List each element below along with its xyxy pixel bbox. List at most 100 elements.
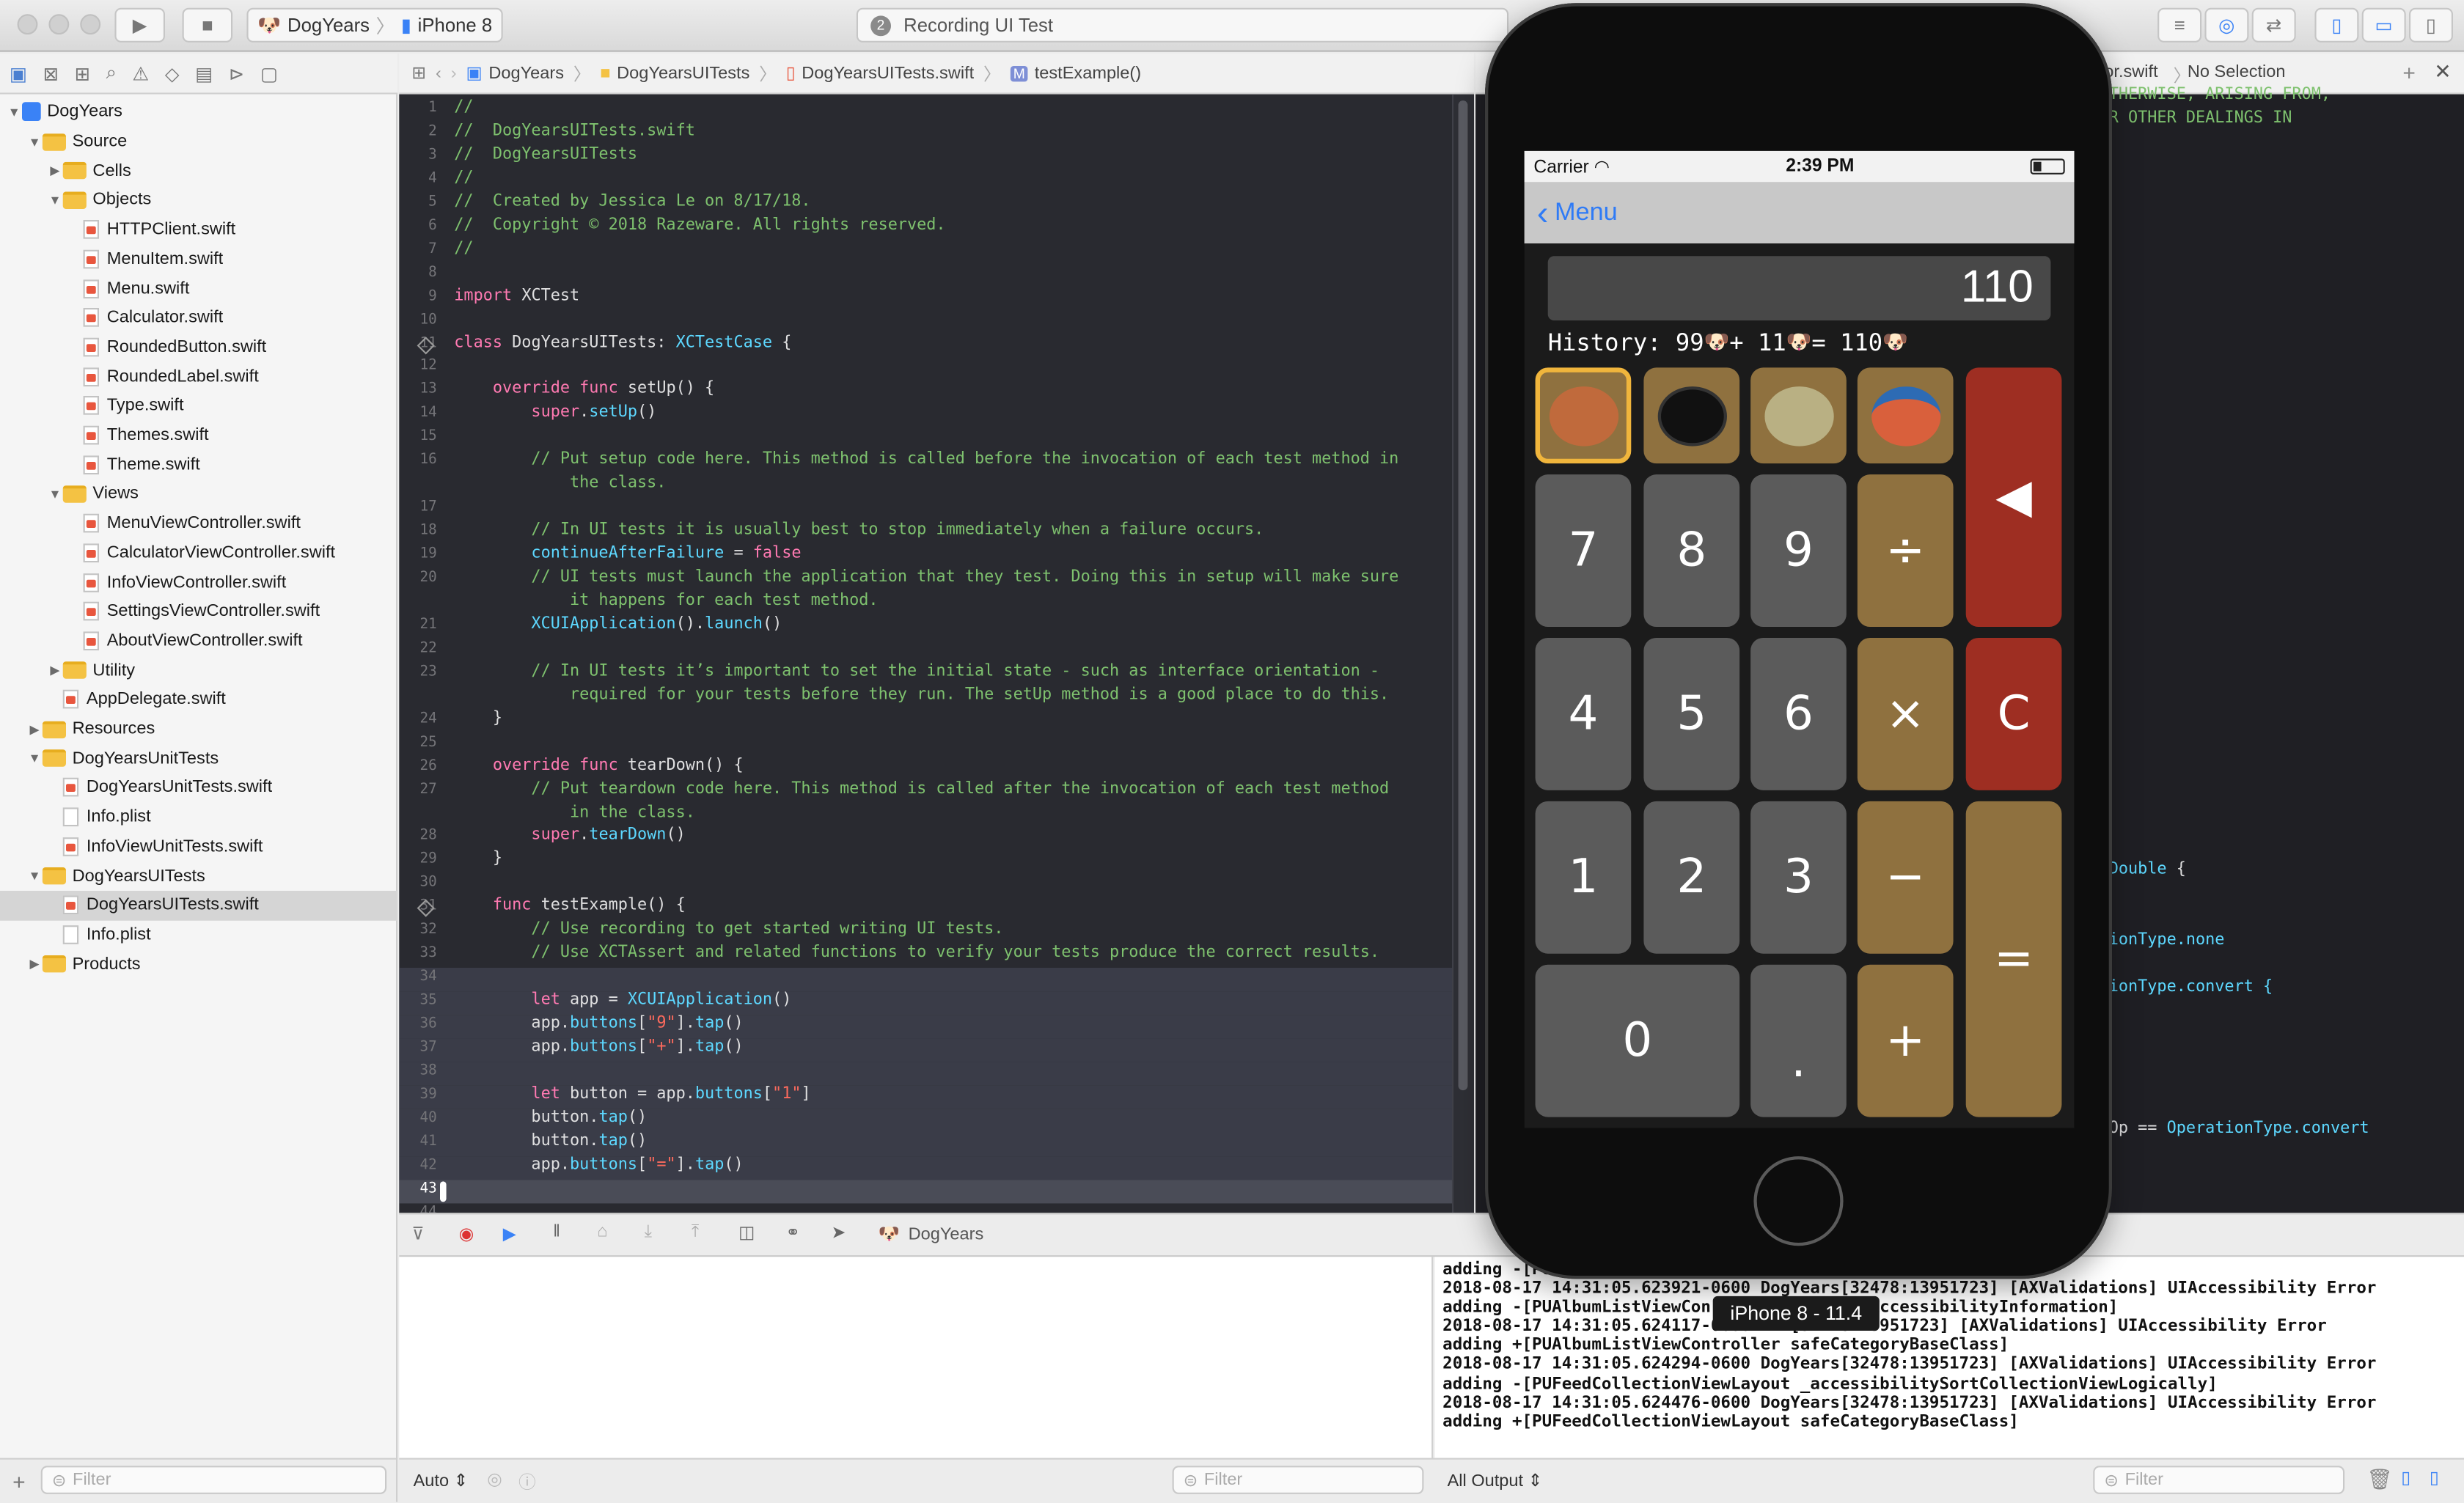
auto-selector[interactable]: Auto ⇕ <box>414 1471 469 1491</box>
source-control-icon[interactable]: ⊠ <box>43 62 59 84</box>
console-filter-input[interactable]: ⊜ Filter <box>2093 1466 2345 1494</box>
equals-button[interactable]: = <box>1965 801 2062 1117</box>
person-pet-button[interactable] <box>1857 367 1954 464</box>
console-output[interactable]: adding -[PUAlbumListViewController ...tI… <box>1434 1257 2464 1458</box>
navigator-file[interactable]: Type.swift <box>0 392 397 421</box>
home-button[interactable] <box>1753 1156 1844 1246</box>
disclosure-closed-icon[interactable]: ▶ <box>26 957 42 971</box>
bird-pet-button[interactable] <box>1750 367 1847 464</box>
toggle-debug-area-button[interactable]: ▭ <box>2361 7 2406 43</box>
related-items-icon[interactable]: ⊞ <box>411 63 426 84</box>
navigator-file[interactable]: InfoViewController.swift <box>0 567 397 597</box>
standard-editor-button[interactable]: ≡ <box>2157 7 2202 43</box>
backspace-button[interactable]: ◀ <box>1965 367 2062 627</box>
breadcrumb-group[interactable]: ■ DogYearsUITests <box>600 64 749 83</box>
assistant-file-label[interactable]: or.swift <box>2104 63 2157 82</box>
navigator-file[interactable]: AboutViewController.swift <box>0 626 397 655</box>
navigator-group[interactable]: ▼ DogYearsUITests <box>0 861 397 891</box>
navigator-file[interactable]: Info.plist <box>0 803 397 832</box>
navigator-group[interactable]: ▶ Cells <box>0 156 397 185</box>
minimize-window-button[interactable] <box>48 14 70 35</box>
navigator-file[interactable]: Menu.swift <box>0 273 397 303</box>
disclosure-open-icon[interactable]: ▼ <box>7 105 22 119</box>
folder-icon[interactable]: ▣ <box>10 62 27 84</box>
test-icon[interactable]: ◇ <box>165 62 180 84</box>
step-out-icon[interactable]: ⤒ <box>692 1222 699 1243</box>
disclosure-closed-icon[interactable]: ▶ <box>47 163 62 177</box>
navigator-file[interactable]: RoundedLabel.swift <box>0 361 397 391</box>
breakpoints-icon[interactable]: ▶ <box>503 1224 516 1244</box>
key-5[interactable]: 5 <box>1643 638 1740 790</box>
toggle-navigator-button[interactable]: ▯ <box>2314 7 2359 43</box>
output-selector[interactable]: All Output ⇕ <box>1448 1471 1543 1491</box>
pause-icon[interactable]: ‖ <box>553 1222 560 1241</box>
debug-icon[interactable]: ▤ <box>195 62 213 84</box>
navigator-group[interactable]: ▶ Resources <box>0 714 397 743</box>
clear-button[interactable]: C <box>1965 638 2062 790</box>
key-4[interactable]: 4 <box>1535 638 1632 790</box>
variables-filter-input[interactable]: ⊜ Filter <box>1172 1466 1424 1494</box>
navigator-file[interactable]: CalculatorViewController.swift <box>0 538 397 567</box>
navigator-file[interactable]: Theme.swift <box>0 450 397 479</box>
navigator-group[interactable]: ▼ Views <box>0 479 397 509</box>
find-icon[interactable]: ⌕ <box>106 62 117 85</box>
scheme-selector[interactable]: 🐶 DogYears 〉 ▮ iPhone 8 <box>246 7 504 43</box>
eye-icon[interactable]: ◎ <box>487 1469 502 1490</box>
back-arrow-icon[interactable]: ‹ <box>436 64 441 83</box>
disclosure-open-icon[interactable]: ▼ <box>47 193 62 207</box>
navigator-file[interactable]: MenuViewController.swift <box>0 509 397 538</box>
navigator-group[interactable]: ▼ Objects <box>0 185 397 215</box>
plus-button[interactable]: + <box>1857 964 1954 1117</box>
add-icon[interactable]: + <box>12 1469 26 1494</box>
navigator-group[interactable]: ▶ Utility <box>0 655 397 685</box>
disclosure-closed-icon[interactable]: ▶ <box>47 664 62 677</box>
location-icon[interactable]: ➤ <box>832 1222 846 1243</box>
info-icon[interactable]: ⓘ <box>518 1469 536 1494</box>
cat-pet-button[interactable] <box>1643 367 1740 464</box>
split-right-icon[interactable]: ▯ <box>2430 1467 2439 1488</box>
stop-button[interactable]: ■ <box>182 7 233 43</box>
view-debugger-icon[interactable]: ◫ <box>738 1222 755 1243</box>
navigator-group[interactable]: ▼ DogYearsUnitTests <box>0 743 397 773</box>
key-9[interactable]: 9 <box>1750 474 1847 627</box>
symbol-icon[interactable]: ⊞ <box>75 62 91 84</box>
breakpoint-icon[interactable]: ⊳ <box>229 62 245 84</box>
divide-button[interactable]: ÷ <box>1857 474 1954 627</box>
navigator-file[interactable]: Calculator.swift <box>0 303 397 332</box>
back-button[interactable]: ‹ Menu <box>1537 195 1618 229</box>
key-0[interactable]: 0 <box>1535 964 1740 1117</box>
navigator-group[interactable]: ▶ Products <box>0 949 397 979</box>
close-window-button[interactable] <box>17 14 38 35</box>
navigator-file[interactable]: MenuItem.swift <box>0 244 397 273</box>
navigator-filter-input[interactable]: ⊜ Filter <box>40 1466 387 1494</box>
split-left-icon[interactable]: ▯ <box>2401 1467 2410 1488</box>
navigator-file[interactable]: RoundedButton.swift <box>0 332 397 361</box>
key-6[interactable]: 6 <box>1750 638 1847 790</box>
key-1[interactable]: 1 <box>1535 801 1632 954</box>
navigator-file[interactable]: AppDelegate.swift <box>0 685 397 714</box>
minus-button[interactable]: − <box>1857 801 1954 954</box>
assistant-selection-label[interactable]: No Selection <box>2188 63 2286 82</box>
disclosure-open-icon[interactable]: ▼ <box>26 134 42 148</box>
breadcrumb-method[interactable]: MtestExample() <box>1010 64 1141 83</box>
trash-icon[interactable]: 🗑 <box>2366 1467 2392 1492</box>
breadcrumb-project[interactable]: ▣ DogYears <box>466 63 564 84</box>
disclosure-open-icon[interactable]: ▼ <box>47 487 62 501</box>
disclosure-open-icon[interactable]: ▼ <box>26 869 42 883</box>
navigator-group[interactable]: ▼ Source <box>0 127 397 156</box>
key-3[interactable]: 3 <box>1750 801 1847 954</box>
forward-arrow-icon[interactable]: › <box>451 64 457 83</box>
source-editor[interactable]: 1 // 2 // DogYearsUITests.swift 3 // DogYears… <box>399 94 1452 1213</box>
zoom-window-button[interactable] <box>80 14 101 35</box>
issue-icon[interactable]: ⚠ <box>132 62 149 84</box>
navigator-file[interactable]: SettingsViewController.swift <box>0 597 397 626</box>
run-button[interactable]: ▶ <box>114 7 165 43</box>
close-editor-icon[interactable]: ✕ <box>2434 59 2451 84</box>
decimal-button[interactable]: . <box>1750 964 1847 1117</box>
navigator-file[interactable]: Themes.swift <box>0 421 397 450</box>
toggle-inspector-button[interactable]: ▯ <box>2409 7 2453 43</box>
disclosure-open-icon[interactable]: ▼ <box>26 752 42 765</box>
step-in-icon[interactable]: ⤓ <box>645 1222 652 1243</box>
add-editor-icon[interactable]: + <box>2402 59 2416 84</box>
hide-debug-icon[interactable]: ⊽ <box>411 1224 424 1244</box>
